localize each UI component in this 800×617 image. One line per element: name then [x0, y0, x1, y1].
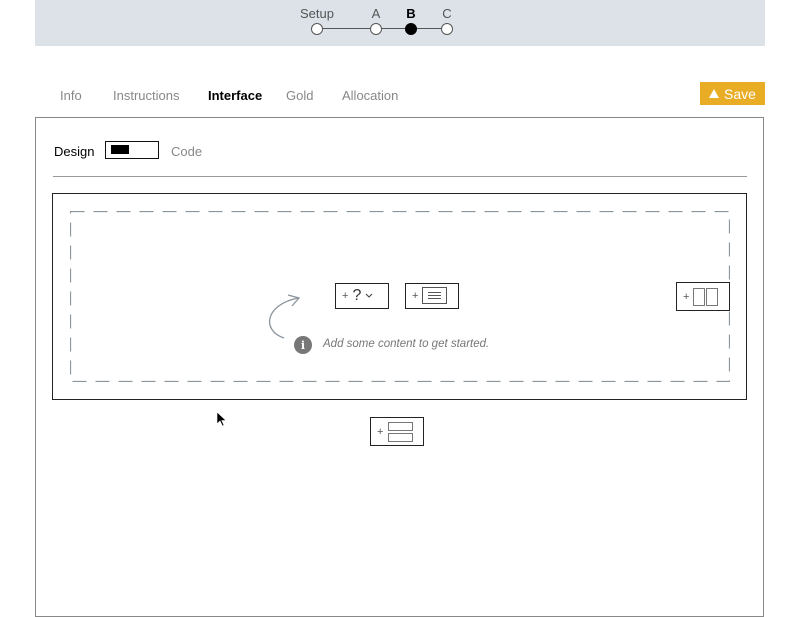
step-label-setup[interactable]: Setup: [300, 6, 334, 21]
plus-icon: +: [683, 290, 690, 303]
step-label-c[interactable]: C: [442, 6, 451, 21]
step-label-b[interactable]: B: [406, 6, 415, 21]
mouse-cursor-icon: [216, 411, 227, 427]
plus-icon: +: [342, 290, 349, 302]
progress-stepper: [35, 0, 765, 46]
info-glyph: i: [300, 338, 306, 352]
tab-interface[interactable]: Interface: [208, 88, 262, 103]
add-columns-button[interactable]: +: [676, 282, 730, 311]
toggle-knob: [111, 145, 129, 154]
plus-icon: +: [377, 425, 384, 438]
text-block-icon: [422, 287, 448, 304]
step-dot-a[interactable]: [370, 23, 382, 35]
add-question-button[interactable]: + ?: [335, 283, 389, 309]
step-dot-setup[interactable]: [311, 23, 323, 35]
plus-icon: +: [412, 290, 419, 302]
chevron-down-icon: [365, 293, 373, 298]
step-dot-c[interactable]: [441, 23, 453, 35]
tab-allocation[interactable]: Allocation: [342, 88, 398, 103]
divider: [53, 176, 747, 177]
step-dot-b[interactable]: [405, 23, 417, 35]
add-rows-button[interactable]: +: [370, 417, 424, 446]
two-columns-icon: [693, 287, 719, 306]
design-code-toggle[interactable]: [105, 141, 159, 159]
warning-triangle-icon: [709, 89, 720, 98]
drop-zone[interactable]: [70, 211, 730, 382]
code-mode-label[interactable]: Code: [171, 144, 202, 159]
step-label-a[interactable]: A: [372, 6, 381, 21]
empty-state-hint: Add some content to get started.: [323, 338, 490, 350]
save-button[interactable]: Save: [700, 82, 765, 105]
tab-gold[interactable]: Gold: [286, 88, 313, 103]
question-icon: ?: [352, 287, 362, 304]
stepper-line: [317, 28, 447, 29]
add-text-button[interactable]: +: [405, 283, 459, 309]
two-rows-icon: [388, 421, 414, 442]
tab-instructions[interactable]: Instructions: [113, 88, 179, 103]
save-button-label: Save: [724, 85, 756, 102]
tab-info[interactable]: Info: [60, 88, 82, 103]
design-mode-label[interactable]: Design: [54, 144, 94, 159]
info-icon: i: [294, 336, 312, 354]
